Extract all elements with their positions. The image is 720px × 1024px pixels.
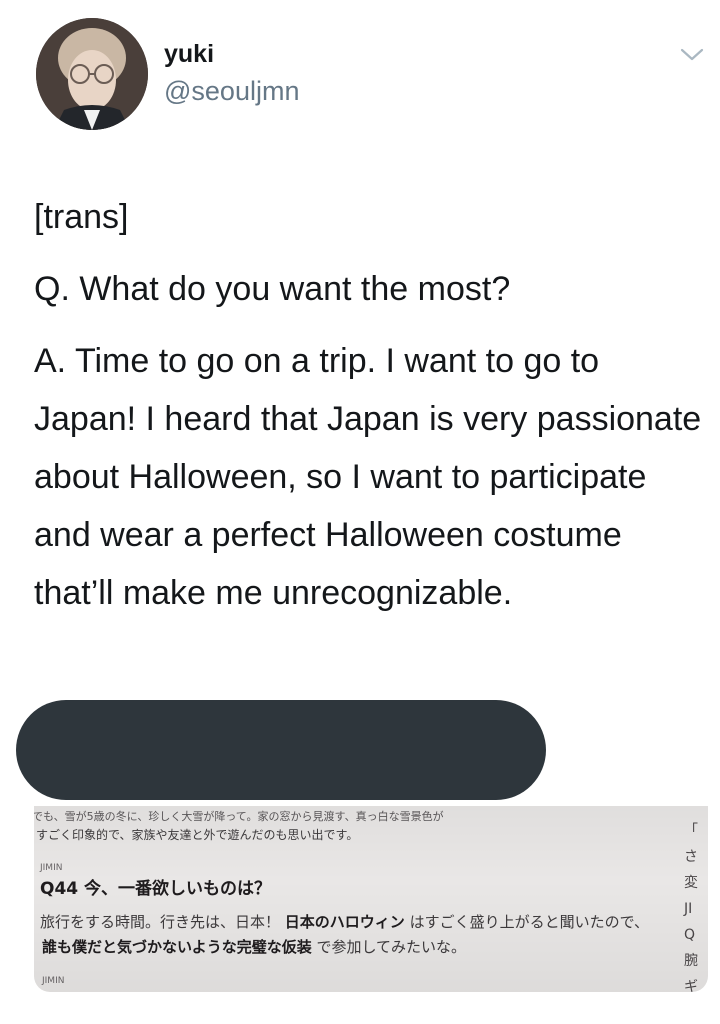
magazine-glyph: 「 xyxy=(684,823,698,839)
redaction-bar xyxy=(16,700,546,800)
magazine-glyph: JI xyxy=(684,901,693,917)
magazine-glyph: さ xyxy=(684,849,698,865)
magazine-glyph: 腕 xyxy=(684,953,698,969)
magazine-text-emphasis: 日本のハロウィン xyxy=(284,913,405,931)
magazine-answer-line-2: 誰も僕だと気づかないような完璧な仮装 で参加してみたいな。 xyxy=(42,936,466,957)
tweet-paragraph-answer: A. Time to go on a trip. I want to go to… xyxy=(34,342,702,612)
magazine-glyph: 変 xyxy=(684,875,698,891)
magazine-text-segment: はすごく盛り上がると聞いたので、 xyxy=(409,913,649,931)
magazine-text-line: すごく印象的で、家族や友達と外で遊んだのも思い出です。 xyxy=(36,828,359,842)
chevron-down-icon[interactable] xyxy=(672,38,712,72)
tweet-paragraph-trans: [trans] xyxy=(34,198,129,236)
tweet-image[interactable]: でも、雪が5歳の冬に、珍しく大雪が降って。家の窓から見渡す、真っ白な雪景色が す… xyxy=(34,806,708,992)
magazine-answer-line-1: 旅行をする時間。行き先は、日本！ 日本のハロウィン はすごく盛り上がると聞いたの… xyxy=(40,911,649,932)
magazine-text-line: でも、雪が5歳の冬に、珍しく大雪が降って。家の窓から見渡す、真っ白な雪景色が xyxy=(34,810,444,823)
user-handle[interactable]: @seouljmn xyxy=(164,76,299,107)
magazine-text-segment: で参加してみたいな。 xyxy=(316,938,467,956)
avatar-image xyxy=(36,18,148,130)
magazine-text-segment: 旅行をする時間。行き先は、日本！ xyxy=(40,913,281,931)
magazine-glyph: Q xyxy=(684,927,696,943)
magazine-speaker-label: JIMIN xyxy=(42,976,65,986)
magazine-question: Q44 今、一番欲しいものは？ xyxy=(40,879,272,899)
magazine-speaker-label: JIMIN xyxy=(40,863,63,873)
magazine-right-column: 「 さ 変 JI Q 腕 ギ xyxy=(684,818,706,992)
tweet-paragraph-question: Q. What do you want the most? xyxy=(34,270,511,308)
avatar[interactable] xyxy=(36,18,148,130)
display-name[interactable]: yuki xyxy=(164,40,214,69)
magazine-text-emphasis: 誰も僕だと気づかないような完璧な仮装 xyxy=(42,938,312,956)
tweet-text: [trans] Q. What do you want the most? A.… xyxy=(34,188,704,622)
magazine-glyph: ギ xyxy=(684,979,698,992)
